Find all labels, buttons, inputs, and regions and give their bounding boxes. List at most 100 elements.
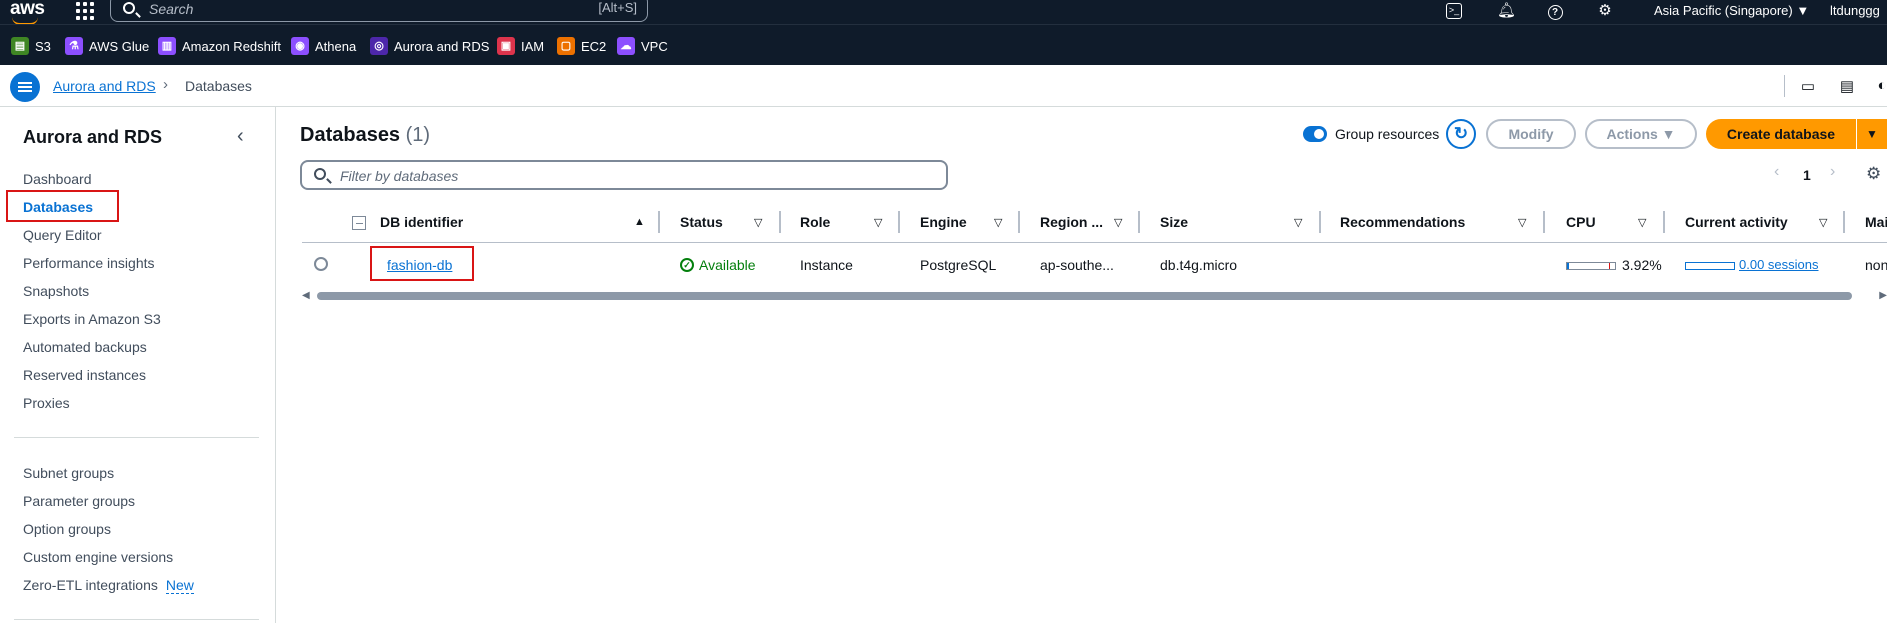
- sort-icon[interactable]: ▽: [1638, 216, 1646, 229]
- info-panel-icon[interactable]: ▤: [1838, 77, 1856, 95]
- filter-databases[interactable]: [300, 160, 948, 190]
- activity-bar: [1685, 262, 1735, 270]
- sidebar-item-zero-etl[interactable]: Zero-ETL integrations New: [23, 577, 194, 594]
- sort-icon[interactable]: ▽: [874, 216, 882, 229]
- favorite-aws-glue[interactable]: ⚗ AWS Glue: [65, 36, 149, 56]
- create-database-dropdown-icon[interactable]: ▼: [1857, 119, 1887, 149]
- favorite-label: Athena: [315, 38, 357, 54]
- global-search[interactable]: [Alt+S]: [110, 0, 648, 22]
- notifications-panel-icon[interactable]: ▭: [1799, 77, 1817, 95]
- feedback-icon[interactable]: ◐: [1873, 77, 1887, 95]
- column-resizer[interactable]: [1843, 211, 1845, 233]
- sort-ascending-icon[interactable]: ▲: [634, 216, 645, 228]
- column-resizer[interactable]: [1663, 211, 1665, 233]
- breadcrumb-aurora-rds[interactable]: Aurora and RDS: [53, 78, 156, 94]
- row-select-radio[interactable]: [314, 257, 328, 271]
- column-header-size[interactable]: Size: [1160, 214, 1188, 230]
- actions-button[interactable]: Actions ▼: [1585, 119, 1697, 149]
- refresh-button[interactable]: ↻: [1446, 119, 1476, 149]
- column-resizer[interactable]: [898, 211, 900, 233]
- cell-cpu: 3.92%: [1622, 257, 1662, 273]
- favorite-athena[interactable]: ◉ Athena: [291, 36, 356, 56]
- table-settings-icon[interactable]: ⚙: [1866, 164, 1881, 184]
- region-selector[interactable]: Asia Pacific (Singapore) ▼: [1654, 3, 1809, 18]
- favorite-aurora-rds[interactable]: ◎ Aurora and RDS: [370, 36, 489, 56]
- sort-icon[interactable]: ▽: [1114, 216, 1122, 229]
- favorites-bar: ▤ S3 ⚗ AWS Glue ▥ Amazon Redshift ◉ Athe…: [0, 24, 1887, 65]
- cpu-threshold-marker: [1609, 263, 1610, 269]
- favorite-vpc[interactable]: ☁ VPC: [617, 36, 668, 56]
- check-circle-icon: ✓: [680, 258, 694, 272]
- cloudshell-icon[interactable]: >_: [1446, 3, 1462, 19]
- scroll-right-icon[interactable]: ▶: [1879, 290, 1887, 301]
- sidebar-item-automated-backups[interactable]: Automated backups: [23, 339, 147, 355]
- services-grid-icon[interactable]: [76, 2, 94, 20]
- search-input[interactable]: [147, 0, 551, 18]
- help-icon[interactable]: ?: [1546, 2, 1564, 20]
- sidebar-item-parameter-groups[interactable]: Parameter groups: [23, 493, 135, 509]
- filter-input[interactable]: [338, 167, 922, 185]
- scrollbar-thumb[interactable]: [317, 292, 1852, 300]
- modify-button[interactable]: Modify: [1486, 119, 1576, 149]
- sidebar-item-snapshots[interactable]: Snapshots: [23, 283, 89, 299]
- cell-maintenance: non: [1865, 257, 1887, 273]
- sidebar-item-option-groups[interactable]: Option groups: [23, 521, 111, 537]
- sort-icon[interactable]: ▽: [1819, 216, 1827, 229]
- sidebar-item-subnet-groups[interactable]: Subnet groups: [23, 465, 114, 481]
- sidebar-item-exports-s3[interactable]: Exports in Amazon S3: [23, 311, 161, 327]
- group-resources-toggle[interactable]: [1303, 126, 1327, 142]
- column-header-engine[interactable]: Engine: [920, 214, 967, 230]
- page-title-text: Databases: [300, 124, 401, 146]
- sidebar-item-custom-engine-versions[interactable]: Custom engine versions: [23, 549, 173, 565]
- sidebar-item-proxies[interactable]: Proxies: [23, 395, 70, 411]
- sidebar-item-dashboard[interactable]: Dashboard: [23, 171, 92, 187]
- favorite-ec2[interactable]: ▢ EC2: [557, 36, 606, 56]
- current-activity-link[interactable]: 0.00 sessions: [1739, 257, 1819, 272]
- favorite-s3[interactable]: ▤ S3: [11, 36, 51, 56]
- create-database-button[interactable]: Create database: [1706, 119, 1856, 149]
- settings-icon[interactable]: ⚙: [1596, 2, 1614, 20]
- favorite-redshift[interactable]: ▥ Amazon Redshift: [158, 36, 281, 56]
- select-all-checkbox[interactable]: [352, 216, 366, 230]
- column-resizer[interactable]: [779, 211, 781, 233]
- column-resizer[interactable]: [1319, 211, 1321, 233]
- column-header-role[interactable]: Role: [800, 214, 830, 230]
- sort-icon[interactable]: ▽: [1294, 216, 1302, 229]
- bell-icon[interactable]: 🔔︎: [1497, 2, 1516, 20]
- page-number[interactable]: 1: [1803, 167, 1811, 183]
- redshift-icon: ▥: [158, 37, 176, 55]
- column-header-status[interactable]: Status: [680, 214, 723, 230]
- activity-marker: [1734, 263, 1735, 269]
- favorite-label: VPC: [641, 38, 668, 54]
- previous-page-icon[interactable]: ‹: [1774, 163, 1779, 181]
- column-header-cpu[interactable]: CPU: [1566, 214, 1596, 230]
- column-resizer[interactable]: [1018, 211, 1020, 233]
- search-shortcut-hint: [Alt+S]: [598, 0, 637, 15]
- next-page-icon[interactable]: ›: [1830, 163, 1835, 181]
- column-header-recommendations[interactable]: Recommendations: [1340, 214, 1465, 230]
- sort-icon[interactable]: ▽: [1518, 216, 1526, 229]
- column-resizer[interactable]: [1543, 211, 1545, 233]
- sidebar-item-reserved-instances[interactable]: Reserved instances: [23, 367, 146, 383]
- favorite-label: S3: [35, 38, 51, 54]
- side-menu-button[interactable]: [10, 72, 40, 102]
- account-menu[interactable]: ltdunggg: [1830, 3, 1880, 18]
- page-title: Databases (1): [300, 124, 430, 147]
- column-resizer[interactable]: [1138, 211, 1140, 233]
- column-header-current-activity[interactable]: Current activity: [1685, 214, 1788, 230]
- scroll-left-icon[interactable]: ◀: [302, 290, 310, 301]
- column-header-db-identifier[interactable]: DB identifier: [380, 214, 463, 230]
- close-sidebar-icon[interactable]: ‹: [237, 125, 244, 148]
- column-resizer[interactable]: [658, 211, 660, 233]
- column-header-region[interactable]: Region ...: [1040, 214, 1103, 230]
- favorite-label: EC2: [581, 38, 607, 54]
- sort-icon[interactable]: ▽: [994, 216, 1002, 229]
- sidebar-item-performance-insights[interactable]: Performance insights: [23, 255, 155, 271]
- sidebar-item-query-editor[interactable]: Query Editor: [23, 227, 102, 243]
- sort-icon[interactable]: ▽: [754, 216, 762, 229]
- search-icon: [314, 168, 326, 180]
- column-header-maintenance[interactable]: Mai: [1865, 214, 1887, 230]
- horizontal-scrollbar[interactable]: ◀ ▶: [302, 290, 1887, 302]
- sidebar-title: Aurora and RDS: [23, 127, 163, 147]
- favorite-iam[interactable]: ▣ IAM: [497, 36, 544, 56]
